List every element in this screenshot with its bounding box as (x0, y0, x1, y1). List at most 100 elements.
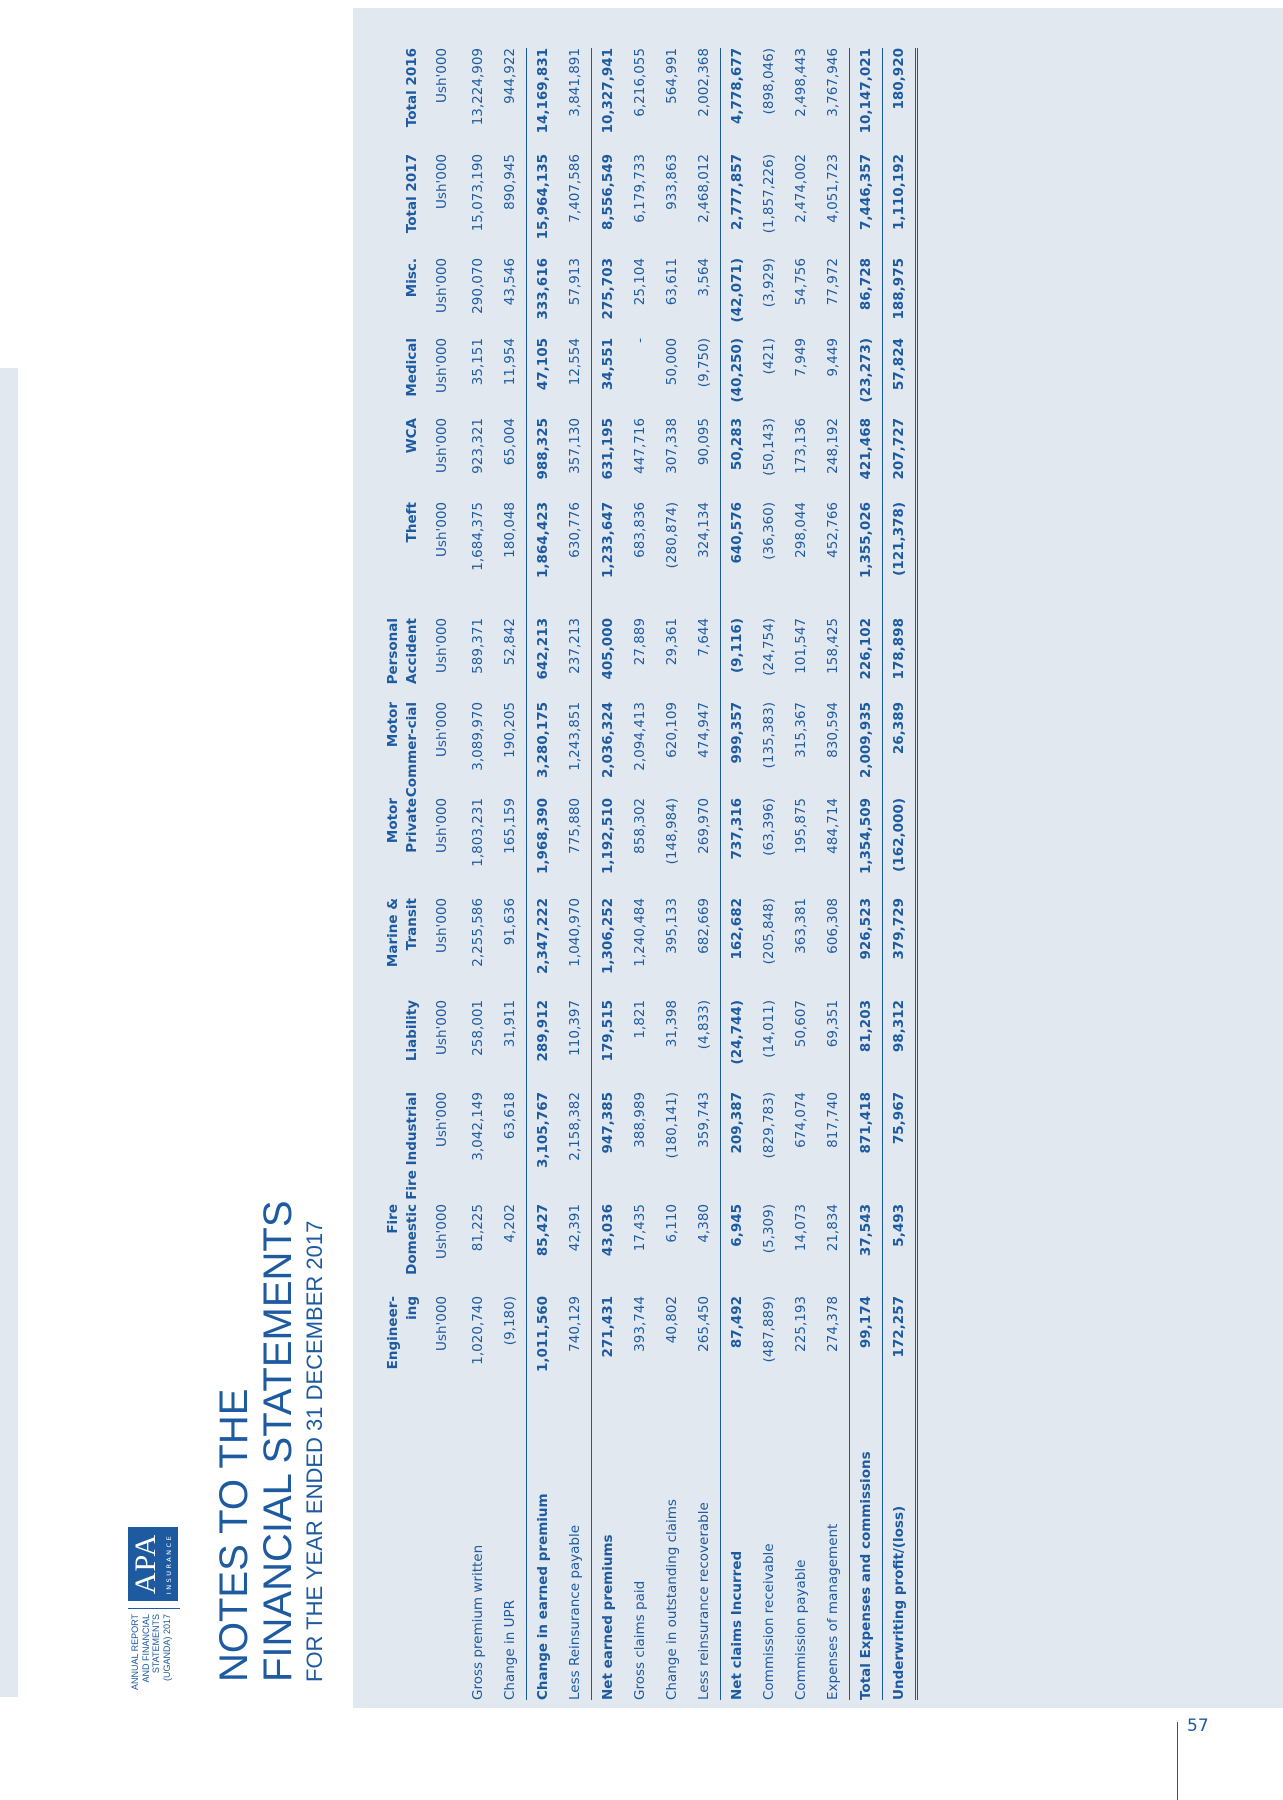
value-cell: 683,836 (632, 502, 648, 558)
value-cell: 3,767,946 (817, 48, 850, 154)
column-header-row: Engineer-ing Fire Domestic Fire Industrial… (360, 48, 422, 1700)
report-caption: ANNUAL REPORT AND FINANCIAL STATEMENTS (… (130, 1614, 172, 1704)
value-cell: 315,367 (793, 702, 809, 758)
column-header: Total 2017 (404, 154, 420, 234)
value-cell: 195,875 (793, 798, 809, 854)
value-cell: 421,468 (849, 418, 883, 502)
value-cell: 871,418 (849, 1092, 883, 1204)
value-cell: 988,325 (526, 418, 559, 502)
table-row: Expenses of management 274,378 21,834 817,7… (817, 48, 850, 1700)
value-cell: 3,105,767 (526, 1092, 559, 1204)
value-cell: 4,051,723 (817, 154, 850, 258)
value-cell: 165,159 (494, 798, 527, 898)
value-cell: 642,213 (526, 618, 559, 702)
value-cell: 359,743 (688, 1092, 721, 1204)
value-cell: 209,387 (729, 1092, 745, 1154)
value-cell: 99,174 (849, 1296, 883, 1388)
value-cell: 50,607 (793, 1000, 809, 1048)
value-cell: 162,682 (729, 898, 745, 960)
value-cell: 1,011,560 (526, 1296, 559, 1388)
table-row: Net claims Incurred 87,492 6,945 209,387 (24… (721, 48, 754, 1700)
value-cell: 393,744 (632, 1296, 648, 1352)
value-cell: 324,134 (688, 502, 721, 618)
column-header: Total 2016 (404, 48, 420, 128)
unit-cell: Ush'000 (433, 1092, 450, 1147)
value-cell: 26,389 (882, 702, 917, 798)
unit-cell: Ush'000 (433, 618, 450, 673)
value-cell: 274,378 (817, 1296, 850, 1388)
value-cell: 1,110,192 (882, 154, 917, 258)
table-row: Change in earned premium 1,011,560 85,427 3… (526, 48, 559, 1700)
row-label: Total Expenses and commissions (849, 1388, 883, 1700)
report-line: (UGANDA) 2017 (161, 1614, 172, 1682)
value-cell: 944,922 (494, 48, 527, 154)
value-cell: 1,355,026 (849, 502, 883, 618)
value-cell: 3,841,891 (559, 48, 592, 154)
value-cell: 180,048 (494, 502, 527, 618)
value-cell: 4,380 (688, 1204, 721, 1296)
value-cell: 3,564 (688, 258, 721, 338)
value-cell: (23,273) (849, 338, 883, 418)
unit-cell: Ush'000 (433, 898, 450, 953)
caption-divider (128, 1608, 180, 1609)
value-cell: 77,972 (817, 258, 850, 338)
column-header: Engineer-ing (385, 1296, 420, 1370)
value-cell: 50,283 (729, 418, 745, 471)
value-cell: 2,777,857 (729, 154, 745, 231)
row-label: Less Reinsurance payable (559, 1388, 592, 1700)
value-cell: 452,766 (817, 502, 850, 618)
value-cell: 31,911 (494, 1000, 527, 1092)
value-cell: 15,073,190 (470, 154, 486, 232)
value-cell: 395,133 (664, 898, 680, 954)
column-header: Marine & Transit (385, 898, 420, 968)
value-cell: 173,136 (793, 418, 809, 474)
value-cell: (14,011) (761, 1000, 777, 1058)
value-cell: 207,727 (882, 418, 917, 502)
column-header: Misc. (404, 258, 420, 298)
value-cell: 1,192,510 (600, 798, 616, 875)
value-cell: 890,945 (494, 154, 527, 258)
apa-logo: APA INSURANCE (128, 1527, 178, 1601)
value-cell: 21,834 (817, 1204, 850, 1296)
value-cell: 57,913 (559, 258, 592, 338)
value-cell: 631,195 (600, 418, 616, 480)
logo-subtext: INSURANCE (165, 1533, 173, 1595)
value-cell: 674,074 (793, 1092, 809, 1148)
value-cell: 258,001 (470, 1000, 486, 1056)
value-cell: 31,398 (664, 1000, 680, 1048)
report-line: STATEMENTS (151, 1614, 161, 1674)
row-label: Change in outstanding claims (664, 1499, 680, 1700)
unit-cell: Ush'000 (433, 258, 450, 313)
unit-cell: Ush'000 (433, 418, 450, 473)
value-cell: 14,169,831 (526, 48, 559, 154)
value-cell: 14,073 (793, 1204, 809, 1252)
value-cell: 2,002,368 (688, 48, 721, 154)
row-label: Commission payable (793, 1559, 809, 1700)
value-cell: 1,306,252 (600, 898, 616, 975)
value-cell: 947,385 (600, 1092, 616, 1154)
value-cell: 298,044 (793, 502, 809, 558)
unit-cell: Ush'000 (433, 154, 450, 209)
value-cell: 90,095 (688, 418, 721, 502)
value-cell: 13,224,909 (470, 48, 486, 126)
value-cell: 2,347,222 (526, 898, 559, 1000)
unit-cell: Ush'000 (433, 798, 450, 853)
value-cell: 2,009,935 (849, 702, 883, 798)
value-cell: 858,302 (632, 798, 648, 854)
value-cell: 63,618 (494, 1092, 527, 1204)
logo-mark: APA (129, 1533, 162, 1595)
value-cell: (9,750) (688, 338, 721, 418)
value-cell: 6,945 (729, 1204, 745, 1247)
value-cell: 1,240,484 (632, 898, 648, 967)
value-cell: 1,684,375 (470, 502, 486, 571)
value-cell: 2,094,413 (632, 702, 648, 771)
value-cell: 447,716 (632, 418, 648, 474)
value-cell: 271,431 (600, 1296, 616, 1358)
value-cell: 12,554 (559, 338, 592, 418)
value-cell: 817,740 (817, 1092, 850, 1204)
value-cell: 1,354,509 (849, 798, 883, 898)
value-cell: (205,848) (761, 898, 777, 965)
value-cell: 178,898 (882, 618, 917, 702)
value-cell: 75,967 (882, 1092, 917, 1204)
value-cell: 248,192 (817, 418, 850, 502)
